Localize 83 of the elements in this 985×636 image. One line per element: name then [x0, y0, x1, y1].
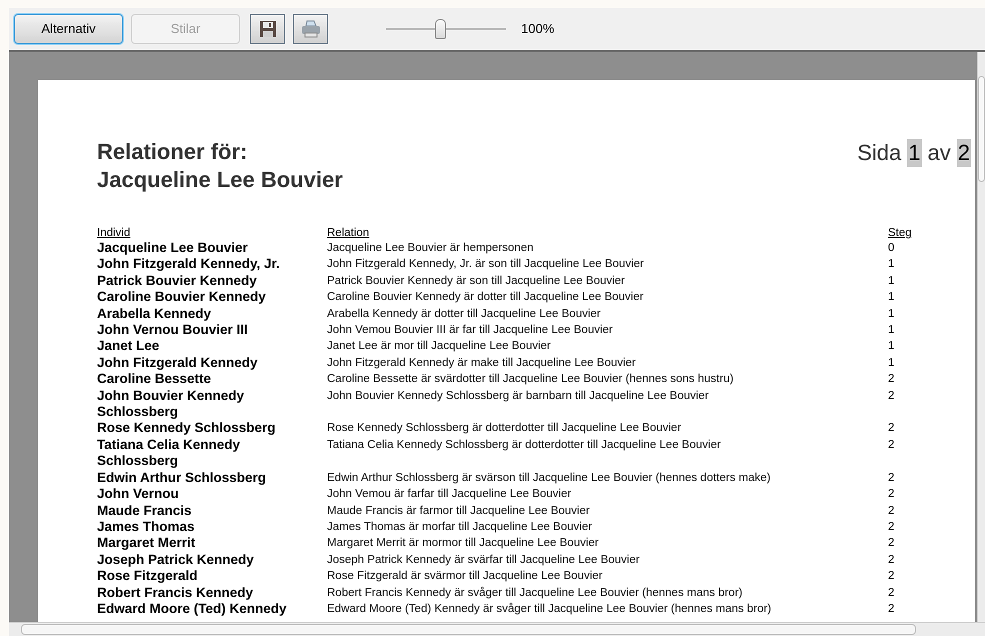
step-count: 2 [888, 586, 894, 601]
relation-text: John Fitzgerald Kennedy, Jr. är son till Jacqueline Lee Bouvier [327, 257, 645, 272]
individual-name: Caroline Bessette [97, 371, 212, 388]
relation-text: Tatiana Celia Kennedy Schlossberg är dotterdotter till Jacqueline Lee Bouvier [327, 438, 722, 453]
individual-name: Rose Fitzgerald [97, 568, 199, 585]
individual-name: Maude Francis [97, 502, 193, 519]
step-count: 0 [888, 241, 894, 256]
relation-text: John Fitzgerald Kennedy är make till Jacqueline Lee Bouvier [327, 356, 637, 371]
individual-name: Patrick Bouvier Kennedy [97, 272, 258, 290]
page-of-label: av [928, 139, 951, 167]
scrollbar-thumb[interactable] [21, 624, 916, 635]
relation-text: Caroline Bouvier Kennedy är dotter till Jacqueline Lee Bouvier [327, 290, 644, 306]
step-count: 2 [888, 388, 894, 404]
page-count: 2 [956, 139, 971, 167]
relation-text: John Vemou är farfar till Jacqueline Lee Bouvier [327, 487, 572, 502]
vertical-scrollbar[interactable] [977, 52, 985, 622]
individual-name: James Thomas [97, 518, 196, 536]
step-count: 1 [888, 257, 894, 272]
toolbar-button[interactable]: Alternativ [14, 14, 123, 44]
relation-text: Jacqueline Lee Bouvier är hempersonen [327, 241, 534, 256]
individual-name: Tatiana Celia Kennedy Schlossberg [97, 436, 242, 470]
column-header: Relation [327, 227, 370, 239]
report-title: Relationer för: [97, 138, 248, 166]
slider-thumb[interactable] [435, 19, 446, 39]
column-header: Steg [888, 227, 912, 239]
step-count: 2 [888, 569, 894, 584]
step-count: 1 [888, 356, 894, 371]
relation-text: Janet Lee är mor till Jacqueline Lee Bouvier [327, 339, 552, 354]
individual-name: Arabella Kennedy [97, 306, 212, 322]
step-count: 2 [888, 470, 894, 486]
relation-text: Patrick Bouvier Kennedy är son till Jacqueline Lee Bouvier [327, 274, 626, 289]
relation-text: Robert Francis Kennedy är svåger till Jacqueline Lee Bouvier (hennes mans bror) [327, 586, 744, 601]
step-count: 1 [888, 323, 894, 338]
step-count: 2 [888, 602, 894, 617]
step-count: 2 [888, 372, 894, 388]
relation-text: Arabella Kennedy är dotter till Jacqueline Lee Bouvier [327, 306, 602, 322]
relation-text: John Bouvier Kennedy Schlossberg är barnbarn till Jacqueline Lee Bouvier [327, 388, 710, 404]
print-button[interactable] [293, 14, 328, 44]
individual-name: Rose Kennedy Schlossberg [97, 420, 277, 437]
scrollbar-thumb[interactable] [978, 76, 985, 182]
relation-text: Caroline Bessette är svärdotter till Jacqueline Lee Bouvier (hennes sons hustru) [327, 372, 735, 388]
relation-text: Rose Fitzgerald är svärmor till Jacqueline Lee Bouvier [327, 569, 604, 584]
relation-text: Joseph Patrick Kennedy är svärfar till Jacqueline Lee Bouvier [327, 552, 641, 568]
step-count: 2 [888, 536, 894, 552]
individual-name: John Vernou Bouvier III [97, 322, 249, 338]
relation-text: Maude Francis är farmor till Jacqueline Lee Bouvier [327, 504, 591, 518]
zoom-slider[interactable] [386, 17, 506, 41]
individual-name: Joseph Patrick Kennedy [97, 552, 255, 568]
individual-name: Caroline Bouvier Kennedy [97, 289, 267, 306]
relation-text: Edwin Arthur Schlossberg är svärson till Jacqueline Lee Bouvier (hennes dotters make) [327, 470, 772, 486]
step-count: 1 [888, 306, 894, 322]
step-count: 1 [888, 339, 894, 354]
page-label: Sida [857, 139, 902, 167]
individual-name: John Bouvier Kennedy Schlossberg [97, 388, 246, 420]
step-count: 1 [888, 274, 894, 289]
step-count: 1 [888, 290, 894, 306]
relation-text: Edward Moore (Ted) Kennedy är svåger till Jacqueline Lee Bouvier (hennes mans bror) [327, 602, 772, 617]
report-title: Jacqueline Lee Bouvier [97, 166, 343, 194]
step-count: 2 [888, 520, 894, 535]
zoom-percentage: 100% [521, 20, 554, 38]
step-count: 2 [888, 487, 894, 502]
individual-name: John Fitzgerald Kennedy [97, 354, 259, 372]
column-header: Individ [97, 227, 130, 239]
printer-icon [300, 20, 320, 38]
individual-name: Margaret Merrit [97, 535, 196, 552]
step-count: 2 [888, 552, 894, 568]
individual-name: Janet Lee [97, 338, 160, 355]
save-button[interactable] [250, 14, 285, 44]
individual-name: John Vernou [97, 486, 180, 502]
relation-text: James Thomas är morfar till Jacqueline Lee Bouvier [327, 520, 594, 535]
individual-name: Jacqueline Lee Bouvier [97, 240, 249, 256]
step-count: 2 [888, 421, 894, 436]
individual-name: Edward Moore (Ted) Kennedy [97, 600, 288, 618]
individual-name: John Fitzgerald Kennedy, Jr. [97, 256, 281, 273]
relation-text: John Vemou Bouvier III är far till Jacqueline Lee Bouvier [327, 323, 614, 338]
relation-text: Margaret Merrit är mormor till Jacqueline Lee Bouvier [327, 536, 600, 552]
step-count: 2 [888, 438, 894, 453]
step-count: 2 [888, 504, 894, 518]
relation-text: Rose Kennedy Schlossberg är dotterdotter till Jacqueline Lee Bouvier [327, 421, 682, 436]
page-number: 1 [907, 139, 922, 167]
individual-name: Edwin Arthur Schlossberg [97, 470, 268, 486]
individual-name: Robert Francis Kennedy [97, 584, 254, 601]
horizontal-scrollbar[interactable] [9, 622, 985, 636]
